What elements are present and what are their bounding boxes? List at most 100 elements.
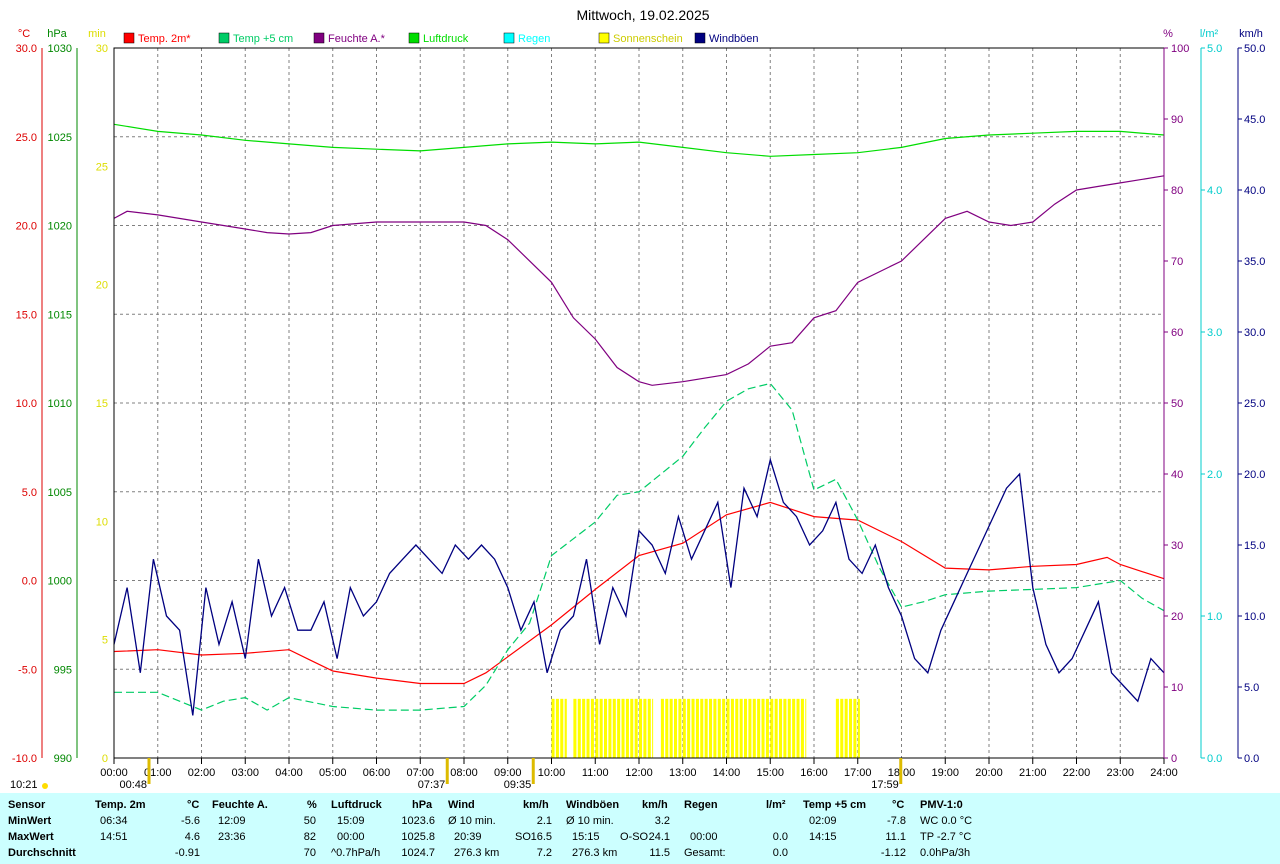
x-tick-label: 21:00 [1019, 767, 1047, 779]
pressure-axis-tick-label: 1020 [48, 221, 72, 233]
pmv-tp: TP -2.7 °C [920, 831, 972, 843]
temp2m-max: 4.6 [184, 831, 200, 843]
sunshine-bar [792, 698, 796, 758]
x-tick-label: 00:00 [100, 767, 128, 779]
sunshine-bar [695, 698, 699, 758]
humidity-axis-tick-label: 100 [1171, 43, 1189, 55]
chart-title: Mittwoch, 19.02.2025 [576, 7, 709, 23]
humidity-axis-tick-label: 80 [1171, 185, 1183, 197]
row-label-min: MinWert [8, 815, 52, 827]
x-tick-label: 07:00 [406, 767, 434, 779]
sunshine-bar [757, 698, 761, 758]
pmv-wc: WC 0.0 °C [920, 815, 973, 827]
gusts-avg: 11.5 [649, 847, 670, 859]
gusts-title: Windböen [566, 799, 620, 811]
temp2m-max-time: 14:51 [100, 831, 128, 843]
sunshine-bar [551, 698, 555, 758]
sunshine-bar [739, 698, 743, 758]
temp2m-min-time: 06:34 [100, 815, 128, 827]
sunshine-bar [555, 698, 559, 758]
legend-label: Temp. 2m* [138, 33, 191, 45]
sunshine-bar [639, 698, 643, 758]
sunshine-bar [612, 698, 616, 758]
temp-axis-tick-label: 0.0 [22, 576, 37, 588]
humidity-axis-unit: % [1163, 28, 1173, 40]
humidity-min-time: 12:09 [218, 815, 246, 827]
pressure-trend: ^0.7hPa/h [331, 847, 381, 859]
wind-min: 2.1 [536, 815, 552, 827]
legend-swatch [123, 32, 135, 44]
x-tick-label: 14:00 [713, 767, 741, 779]
x-tick-label: 16:00 [800, 767, 828, 779]
sunshine-bar [674, 698, 678, 758]
sunshine-bar [599, 698, 603, 758]
legend-label: Sonnenschein [613, 33, 683, 45]
temp5-avg: -1.12 [880, 847, 906, 859]
x-tick-label: 22:00 [1063, 767, 1091, 779]
gusts-max: 24.1 [648, 831, 670, 843]
gusts-distance: 276.3 km [572, 847, 618, 859]
sunshine-bar [634, 698, 638, 758]
sunshine-bar [678, 698, 682, 758]
sunshine-bar [691, 698, 695, 758]
sunshine-bar [744, 698, 748, 758]
wind-max: 16.5 [530, 831, 552, 843]
gusts-unit: km/h [642, 799, 668, 811]
temp5-min: -7.8 [887, 815, 906, 827]
sun-marker-label: 07:37 [418, 779, 446, 791]
humidity-axis-tick-label: 70 [1171, 256, 1183, 268]
time-stamp-label: 10:21 [10, 779, 38, 791]
sunshine-axis-tick-label: 15 [96, 398, 108, 410]
sunshine-bar [704, 698, 708, 758]
gusts-min: 3.2 [654, 815, 670, 827]
x-tick-label: 05:00 [319, 767, 347, 779]
humidity-axis-tick-label: 90 [1171, 114, 1183, 126]
sunshine-bar [647, 698, 651, 758]
rain-total: 0.0 [772, 847, 788, 859]
rain-max-time: 00:00 [690, 831, 718, 843]
temp-axis-tick-label: 25.0 [16, 132, 37, 144]
x-tick-label: 06:00 [363, 767, 391, 779]
row-label-avg: Durchschnitt [8, 847, 76, 859]
legend-label: Regen [518, 33, 550, 45]
wind-axis-tick-label: 35.0 [1244, 256, 1265, 268]
pmv-title: PMV-1:0 [920, 799, 963, 811]
temp2m-unit: °C [187, 799, 200, 811]
pressure-avg: 1024.7 [401, 847, 435, 859]
wind-unit: km/h [523, 799, 549, 811]
sunshine-bar [595, 698, 599, 758]
x-tick-label: 13:00 [669, 767, 697, 779]
humidity-axis-tick-label: 10 [1171, 682, 1183, 694]
sunshine-bar [844, 698, 848, 758]
sunshine-bar [726, 698, 730, 758]
humidity-max: 82 [303, 831, 316, 843]
legend-label: Temp +5 cm [233, 33, 293, 45]
pressure-axis-tick-label: 1010 [48, 398, 72, 410]
wind-axis-tick-label: 0.0 [1244, 753, 1259, 765]
sunshine-bar [621, 698, 625, 758]
temp5-min-time: 02:09 [809, 815, 837, 827]
sunshine-bar [709, 698, 713, 758]
sunshine-bar [787, 698, 791, 758]
x-tick-label: 02:00 [188, 767, 216, 779]
sunshine-bar [840, 698, 844, 758]
x-tick-label: 09:00 [494, 767, 522, 779]
pressure-title: Luftdruck [331, 799, 382, 811]
sunshine-bar [687, 698, 691, 758]
rain-title: Regen [684, 799, 718, 811]
gusts-min-label: Ø 10 min. [566, 815, 614, 827]
sunshine-axis-tick-label: 5 [102, 635, 108, 647]
row-label-max: MaxWert [8, 831, 54, 843]
pressure-axis-tick-label: 1005 [48, 487, 72, 499]
humidity-axis-tick-label: 30 [1171, 540, 1183, 552]
wind-title: Wind [448, 799, 475, 811]
sunshine-bar [573, 698, 577, 758]
sunshine-bar [590, 698, 594, 758]
sunshine-bar [722, 698, 726, 758]
pressure-min: 1023.6 [401, 815, 435, 827]
pressure-max: 1025.8 [401, 831, 435, 843]
sunshine-bar [765, 698, 769, 758]
rain-axis-unit: l/m² [1200, 28, 1219, 40]
pressure-max-time: 00:00 [337, 831, 365, 843]
row-label-sensor: Sensor [8, 799, 46, 811]
